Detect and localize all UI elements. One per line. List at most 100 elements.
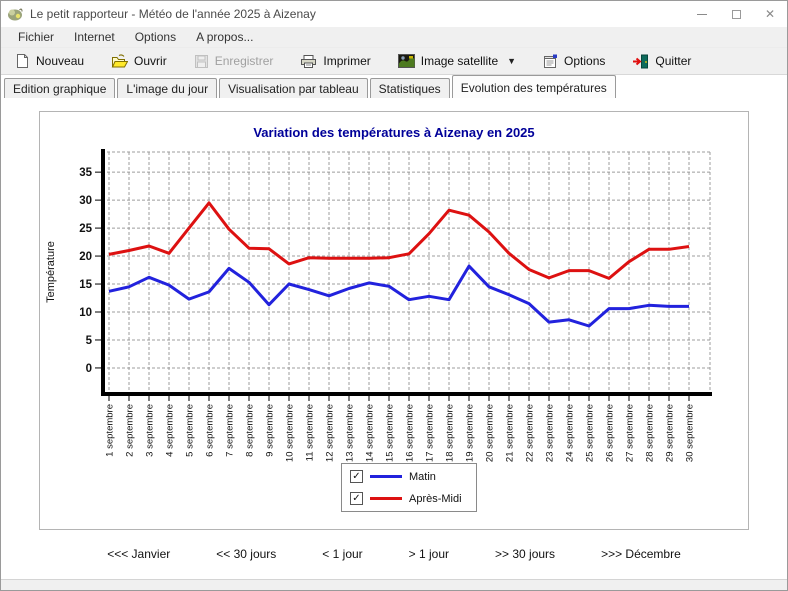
x-tick-label: 18 septembre <box>445 404 456 462</box>
x-tick-label: 1 septembre <box>105 404 116 457</box>
app-window: Le petit rapporteur - Météo de l'année 2… <box>0 0 788 591</box>
y-axis-title: Température <box>45 241 57 303</box>
x-tick-label: 29 septembre <box>665 404 676 462</box>
tab-strip: Edition graphique L'image du jour Visual… <box>1 75 787 98</box>
y-tick-label: 0 <box>86 363 92 375</box>
apres-midi-line-sample <box>370 497 402 500</box>
menu-bar: Fichier Internet Options A propos... <box>1 27 787 48</box>
matin-checkbox[interactable]: ✓ <box>350 470 363 483</box>
ouvrir-button[interactable]: Ouvrir <box>111 54 167 69</box>
y-tick-label: 20 <box>79 251 92 263</box>
app-icon <box>7 6 23 22</box>
x-tick-label: 22 septembre <box>525 404 536 462</box>
x-tick-label: 26 septembre <box>605 404 616 462</box>
imprimer-label: Imprimer <box>323 54 370 68</box>
tab-edition-graphique[interactable]: Edition graphique <box>4 78 115 98</box>
title-bar: Le petit rapporteur - Météo de l'année 2… <box>1 1 787 27</box>
menu-options[interactable]: Options <box>125 27 186 47</box>
apres-midi-label: Après-Midi <box>409 493 462 505</box>
y-axis <box>101 149 105 396</box>
tab-image-du-jour[interactable]: L'image du jour <box>117 78 217 98</box>
minimize-button[interactable] <box>685 1 719 27</box>
x-tick-label: 8 septembre <box>245 404 256 457</box>
nouveau-button[interactable]: Nouveau <box>15 53 84 69</box>
quitter-label: Quitter <box>655 54 691 68</box>
nav-back-1-jour[interactable]: < 1 jour <box>322 547 362 561</box>
x-tick-label: 2 septembre <box>125 404 136 457</box>
minimize-icon <box>697 14 707 15</box>
date-navigation: <<< Janvier << 30 jours < 1 jour > 1 jou… <box>1 547 787 561</box>
status-strip <box>1 579 787 591</box>
x-tick-label: 12 septembre <box>325 404 336 462</box>
options-label: Options <box>564 54 605 68</box>
menu-fichier[interactable]: Fichier <box>8 27 64 47</box>
x-tick-label: 20 septembre <box>485 404 496 462</box>
x-tick-label: 15 septembre <box>385 404 396 462</box>
chart-panel: Variation des températures à Aizenay en … <box>39 111 749 530</box>
maximize-button[interactable] <box>719 1 753 27</box>
new-document-icon <box>15 53 30 69</box>
menu-a-propos[interactable]: A propos... <box>186 27 263 47</box>
nav-forward-1-jour[interactable]: > 1 jour <box>409 547 449 561</box>
maximize-icon <box>732 10 741 19</box>
y-tick-label: 10 <box>79 307 92 319</box>
x-tick-label: 13 septembre <box>345 404 356 462</box>
x-tick-label: 28 septembre <box>645 404 656 462</box>
menu-internet[interactable]: Internet <box>64 27 125 47</box>
series-line-1 <box>109 203 689 279</box>
x-tick-label: 10 septembre <box>285 404 296 462</box>
enregistrer-button[interactable]: Enregistrer <box>194 54 274 69</box>
x-tick-label: 4 septembre <box>165 404 176 457</box>
nav-back-30-jours[interactable]: << 30 jours <box>216 547 276 561</box>
y-tick-label: 5 <box>86 335 93 347</box>
matin-line-sample <box>370 475 402 478</box>
x-tick-label: 3 septembre <box>145 404 156 457</box>
quitter-button[interactable]: Quitter <box>632 54 691 69</box>
x-tick-label: 21 septembre <box>505 404 516 462</box>
satellite-image-icon <box>398 54 415 68</box>
x-tick-label: 25 septembre <box>585 404 596 462</box>
imprimer-button[interactable]: Imprimer <box>300 54 370 69</box>
y-tick-label: 25 <box>79 223 92 235</box>
x-tick-label: 30 septembre <box>685 404 696 462</box>
x-tick-label: 6 septembre <box>205 404 216 457</box>
tab-statistiques[interactable]: Statistiques <box>370 78 450 98</box>
x-tick-label: 9 septembre <box>265 404 276 457</box>
quit-icon <box>632 54 649 69</box>
toolbar: Nouveau Ouvrir Enregistrer <box>1 48 787 75</box>
x-tick-label: 5 septembre <box>185 404 196 457</box>
nav-forward-30-jours[interactable]: >> 30 jours <box>495 547 555 561</box>
printer-icon <box>300 54 317 69</box>
close-icon: ✕ <box>765 7 775 21</box>
y-tick-label: 35 <box>79 167 92 179</box>
ouvrir-label: Ouvrir <box>134 54 167 68</box>
open-folder-icon <box>111 54 128 69</box>
x-tick-label: 7 septembre <box>225 404 236 457</box>
legend-item-apres-midi: ✓ Après-Midi <box>350 492 468 505</box>
x-tick-label: 16 septembre <box>405 404 416 462</box>
apres-midi-checkbox[interactable]: ✓ <box>350 492 363 505</box>
nav-decembre[interactable]: >>> Décembre <box>601 547 681 561</box>
y-tick-label: 15 <box>79 279 92 291</box>
dropdown-arrow-icon: ▼ <box>507 56 516 66</box>
enregistrer-label: Enregistrer <box>215 54 274 68</box>
matin-label: Matin <box>409 471 436 483</box>
y-tick-label: 30 <box>79 195 92 207</box>
tab-evolution-des-temperatures[interactable]: Evolution des températures <box>452 75 616 98</box>
x-tick-label: 24 septembre <box>565 404 576 462</box>
options-icon <box>543 54 558 69</box>
nav-janvier[interactable]: <<< Janvier <box>107 547 170 561</box>
x-tick-label: 27 septembre <box>625 404 636 462</box>
image-satellite-button[interactable]: Image satellite ▼ <box>398 54 516 68</box>
chart-legend: ✓ Matin ✓ Après-Midi <box>341 463 477 512</box>
x-tick-label: 11 septembre <box>305 404 316 461</box>
x-tick-label: 23 septembre <box>545 404 556 462</box>
x-axis <box>101 392 712 396</box>
tab-visualisation-par-tableau[interactable]: Visualisation par tableau <box>219 78 368 98</box>
options-button[interactable]: Options <box>543 54 605 69</box>
close-button[interactable]: ✕ <box>753 1 787 27</box>
tab-page-content: Variation des températures à Aizenay en … <box>1 98 787 579</box>
legend-item-matin: ✓ Matin <box>350 470 468 483</box>
image-satellite-label: Image satellite <box>421 54 498 68</box>
x-tick-label: 19 septembre <box>465 404 476 462</box>
